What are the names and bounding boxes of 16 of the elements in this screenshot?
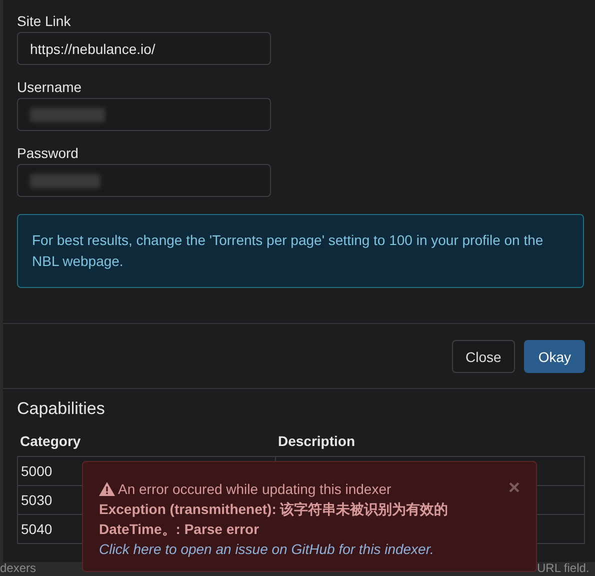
column-header: Description xyxy=(277,433,356,451)
field-label: Password xyxy=(17,145,80,161)
page-text: URL field. xyxy=(537,561,590,575)
okay-button[interactable]: Okay xyxy=(524,340,585,373)
github-issue-link[interactable]: Click here to open an issue on GitHub for this indexer. xyxy=(99,541,434,557)
column-header: Category xyxy=(19,433,82,451)
input-field[interactable]: https://nebulance.io/ xyxy=(17,32,271,65)
section-title: Capabilities xyxy=(17,399,106,419)
page-text: dexers xyxy=(0,561,36,575)
input-field[interactable] xyxy=(17,164,271,197)
field-label: Site Link xyxy=(17,13,72,29)
close-button[interactable]: Close xyxy=(452,340,516,373)
info-alert: For best results, change the 'Torrents per page' setting to 100 in your profile on the NBL webpage. xyxy=(17,214,584,288)
field-label: Username xyxy=(17,79,83,95)
warning-icon xyxy=(99,482,115,496)
input-field[interactable] xyxy=(17,98,271,131)
